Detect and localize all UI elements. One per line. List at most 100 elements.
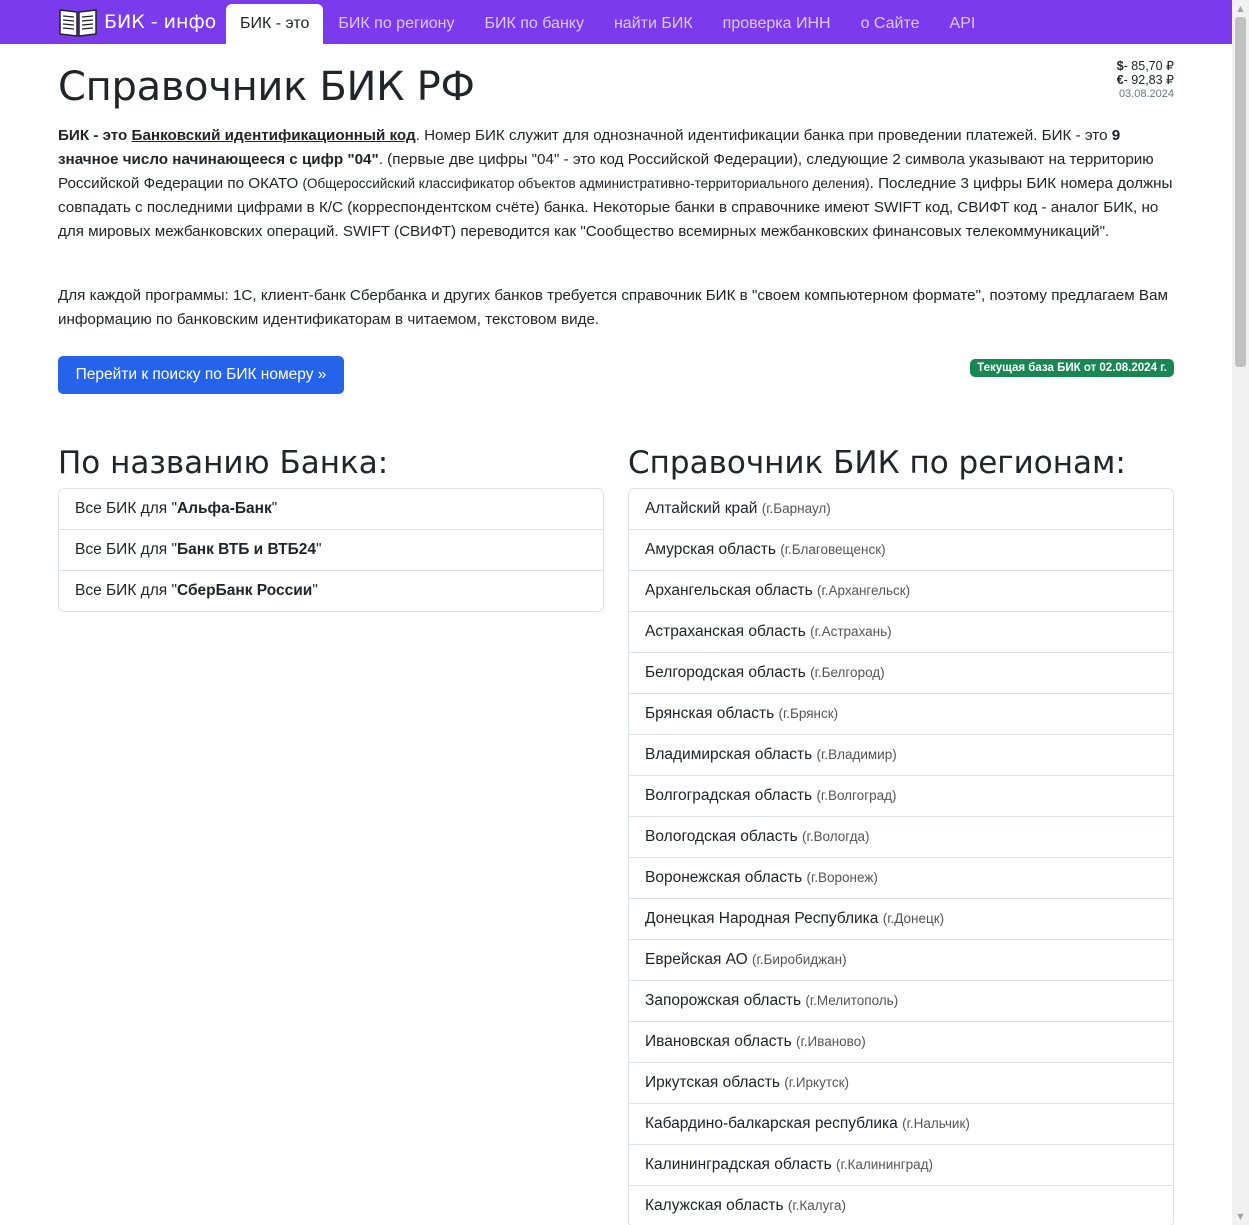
region-item[interactable]: Астраханская область (г.Астрахань) bbox=[629, 611, 1173, 652]
banks-list: Все БИК для "Альфа-Банк" Все БИК для "Ба… bbox=[58, 488, 604, 612]
region-name: Амурская область bbox=[645, 541, 776, 558]
region-city: (г.Владимир) bbox=[816, 747, 897, 762]
bank-item-name: СберБанк России bbox=[176, 582, 313, 599]
region-item[interactable]: Калининградская область (г.Калининград) bbox=[629, 1144, 1173, 1185]
region-name: Кабардино-балкарская республика bbox=[645, 1115, 898, 1132]
nav-bik-po-regionu[interactable]: БИК по региону bbox=[323, 4, 469, 44]
region-name: Воронежская область bbox=[645, 869, 803, 886]
regions-section: Справочник БИК по регионам: Алтайский кр… bbox=[628, 440, 1174, 1225]
eur-value: - 92,83 ₽ bbox=[1123, 73, 1174, 87]
bank-item-suffix: " bbox=[312, 582, 318, 599]
bik-definition-link[interactable]: Банковский идентификационный код bbox=[132, 127, 416, 144]
open-book-icon bbox=[59, 9, 97, 37]
scroll-down-arrow-icon[interactable]: ▼ bbox=[1232, 1208, 1249, 1225]
region-city: (г.Иркутск) bbox=[784, 1075, 850, 1090]
region-item[interactable]: Брянская область (г.Брянск) bbox=[629, 693, 1173, 734]
scroll-up-arrow-icon[interactable]: ▲ bbox=[1232, 0, 1249, 17]
region-name: Калининградская область bbox=[645, 1156, 832, 1173]
region-item[interactable]: Вологодская область (г.Вологда) bbox=[629, 816, 1173, 857]
region-city: (г.Калуга) bbox=[787, 1198, 847, 1213]
regions-list: Алтайский край (г.Барнаул) Амурская облас… bbox=[628, 488, 1174, 1225]
eur-rate: €- 92,83 ₽ bbox=[1117, 73, 1174, 87]
region-name: Белгородская область bbox=[645, 664, 806, 681]
region-name: Владимирская область bbox=[645, 746, 813, 763]
currency-rates: $- 85,70 ₽ €- 92,83 ₽ 03.08.2024 bbox=[1117, 59, 1174, 101]
nav-bik-eto[interactable]: БИК - это bbox=[226, 4, 324, 44]
region-item[interactable]: Запорожская область (г.Мелитополь) bbox=[629, 980, 1173, 1021]
region-item[interactable]: Архангельская область (г.Архангельск) bbox=[629, 570, 1173, 611]
badge-date: 02.08.2024 г. bbox=[1099, 362, 1167, 374]
region-item[interactable]: Волгоградская область (г.Волгоград) bbox=[629, 775, 1173, 816]
banks-section: По названию Банка: Все БИК для "Альфа-Ба… bbox=[58, 440, 604, 612]
bank-item-suffix: " bbox=[315, 541, 322, 558]
region-city: (г.Иваново) bbox=[795, 1034, 866, 1049]
banks-section-title: По названию Банка: bbox=[58, 445, 389, 481]
region-name: Запорожская область bbox=[645, 992, 802, 1009]
region-name: Алтайский край bbox=[645, 500, 758, 517]
region-name: Архангельская область bbox=[645, 582, 813, 599]
region-city: (г.Нальчик) bbox=[902, 1116, 970, 1131]
okato-note: (Общероссийский классификатор объектов а… bbox=[302, 176, 870, 191]
bank-item-name: Альфа-Банк bbox=[176, 500, 272, 517]
bank-item-name: Банк ВТБ и ВТБ24 bbox=[176, 541, 316, 558]
region-item[interactable]: Калужская область (г.Калуга) bbox=[629, 1185, 1173, 1225]
region-name: Астраханская область bbox=[645, 623, 806, 640]
brand-text: БИК - инфо bbox=[104, 11, 217, 33]
region-city: (г.Донецк) bbox=[882, 911, 945, 926]
nav-find-bik[interactable]: найти БИК bbox=[599, 4, 708, 44]
region-city: (г.Брянск) bbox=[778, 706, 839, 721]
region-name: Ивановская область bbox=[645, 1033, 792, 1050]
usd-rate: $- 85,70 ₽ bbox=[1117, 59, 1174, 73]
bank-item-prefix: Все БИК для " bbox=[75, 500, 177, 517]
intro-bold-lead: БИК - это bbox=[58, 127, 132, 144]
region-city: (г.Благовещенск) bbox=[780, 542, 886, 557]
region-city: (г.Мелитополь) bbox=[805, 993, 899, 1008]
region-name: Калужская область bbox=[645, 1197, 784, 1214]
region-name: Волгоградская область bbox=[645, 787, 813, 804]
usd-symbol: $ bbox=[1116, 59, 1124, 73]
nav-check-inn[interactable]: проверка ИНН bbox=[708, 4, 846, 44]
bank-item-prefix: Все БИК для " bbox=[75, 582, 177, 599]
region-name: Брянская область bbox=[645, 705, 775, 722]
region-item[interactable]: Еврейская АО (г.Биробиджан) bbox=[629, 939, 1173, 980]
region-name: Донецкая Народная Республика bbox=[645, 910, 879, 927]
region-item[interactable]: Кабардино-балкарская республика (г.Нальч… bbox=[629, 1103, 1173, 1144]
region-item[interactable]: Ивановская область (г.Иваново) bbox=[629, 1021, 1173, 1062]
main-nav: БИК - это БИК по региону БИК по банку на… bbox=[226, 4, 990, 44]
top-navbar: БИК - инфо БИК - это БИК по региону БИК … bbox=[0, 0, 1232, 44]
bank-item-alfa[interactable]: Все БИК для "Альфа-Банк" bbox=[59, 489, 603, 529]
region-name: Еврейская АО bbox=[645, 951, 748, 968]
region-item[interactable]: Воронежская область (г.Воронеж) bbox=[629, 857, 1173, 898]
go-to-bik-search-button[interactable]: Перейти к поиску по БИК номеру » bbox=[58, 356, 344, 394]
region-item[interactable]: Белгородская область (г.Белгород) bbox=[629, 652, 1173, 693]
region-item[interactable]: Донецкая Народная Республика (г.Донецк) bbox=[629, 898, 1173, 939]
nav-about[interactable]: о Сайте bbox=[846, 4, 935, 44]
region-item[interactable]: Владимирская область (г.Владимир) bbox=[629, 734, 1173, 775]
region-item[interactable]: Алтайский край (г.Барнаул) bbox=[629, 489, 1173, 529]
region-item[interactable]: Амурская область (г.Благовещенск) bbox=[629, 529, 1173, 570]
nav-bik-po-banku[interactable]: БИК по банку bbox=[469, 4, 598, 44]
regions-section-title: Справочник БИК по регионам: bbox=[628, 445, 1126, 481]
region-item[interactable]: Иркутская область (г.Иркутск) bbox=[629, 1062, 1173, 1103]
bank-item-suffix: " bbox=[271, 500, 278, 517]
bank-item-vtb[interactable]: Все БИК для "Банк ВТБ и ВТБ24" bbox=[59, 529, 603, 570]
region-city: (г.Волгоград) bbox=[816, 788, 897, 803]
intro-paragraph: БИК - это Банковский идентификационный к… bbox=[58, 124, 1174, 244]
region-city: (г.Архангельск) bbox=[816, 583, 911, 598]
brand-link[interactable]: БИК - инфо bbox=[58, 6, 216, 38]
region-city: (г.Биробиджан) bbox=[752, 952, 847, 967]
region-city: (г.Вологда) bbox=[802, 829, 870, 844]
region-city: (г.Воронеж) bbox=[806, 870, 878, 885]
database-date-badge: Текущая база БИК от 02.08.2024 г. bbox=[970, 359, 1174, 377]
page-title: Справочник БИК РФ bbox=[58, 64, 475, 110]
usd-value: - 85,70 ₽ bbox=[1123, 59, 1174, 73]
bank-item-prefix: Все БИК для " bbox=[75, 541, 177, 558]
scrollbar-thumb[interactable] bbox=[1235, 17, 1246, 367]
bank-item-sber[interactable]: Все БИК для "СберБанк России" bbox=[59, 570, 603, 611]
region-name: Вологодская область bbox=[645, 828, 798, 845]
eur-symbol: € bbox=[1116, 73, 1124, 87]
region-city: (г.Калининград) bbox=[835, 1157, 934, 1172]
nav-api[interactable]: API bbox=[935, 4, 991, 44]
region-name: Иркутская область bbox=[645, 1074, 780, 1091]
vertical-scrollbar[interactable]: ▲ ▼ bbox=[1232, 0, 1249, 1225]
